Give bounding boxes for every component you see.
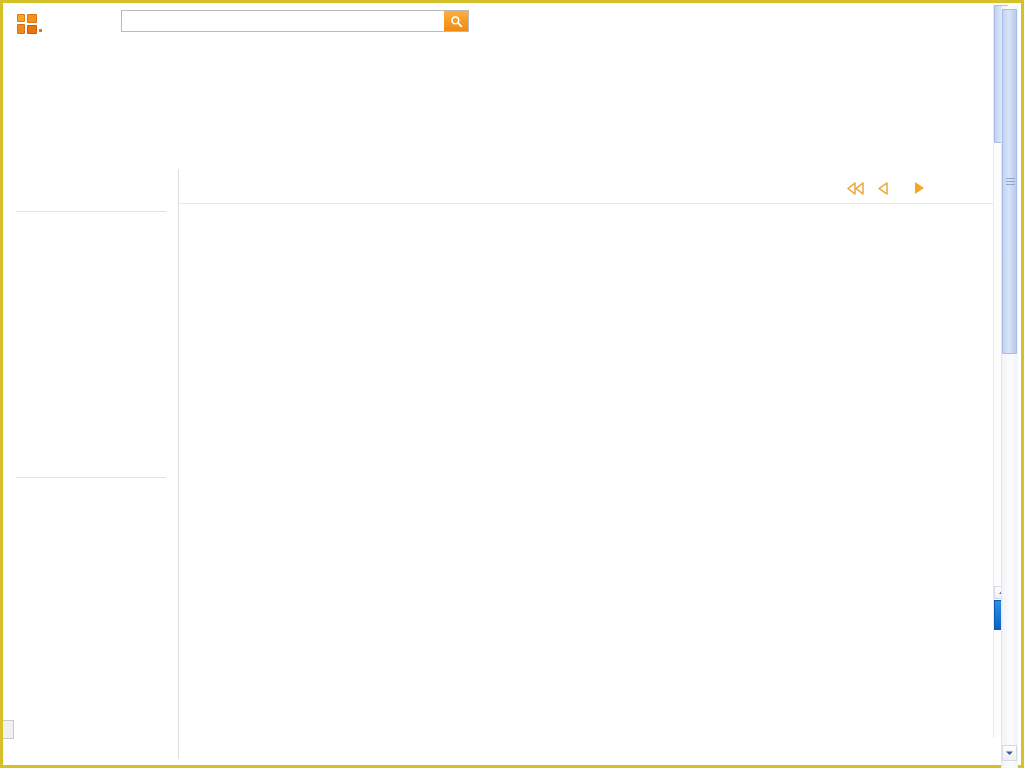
sidebar-divider [16, 477, 166, 478]
office-logo[interactable] [17, 7, 43, 35]
main-navigation [3, 47, 993, 79]
previous-page-icon [878, 181, 888, 195]
site-header [3, 3, 993, 41]
next-page-icon [915, 182, 924, 194]
status-bar [3, 720, 14, 739]
pagination [846, 177, 926, 199]
browser-window [0, 0, 1024, 768]
product-facet [16, 245, 171, 256]
office-logo-glyph [17, 14, 38, 35]
chevron-down-icon [1006, 751, 1013, 755]
first-page-icon [847, 181, 864, 195]
sidebar [3, 169, 178, 759]
scrollbar-grip [1006, 178, 1015, 185]
previous-page-button[interactable] [877, 181, 889, 196]
search-button[interactable] [444, 11, 468, 31]
logo-dot [39, 29, 42, 32]
page-viewport [3, 3, 1013, 765]
page-scrollbar-down-button[interactable] [1002, 745, 1017, 761]
sidebar-divider [16, 211, 166, 212]
search-box [121, 10, 469, 32]
search-icon [450, 15, 462, 27]
page-scrollbar-thumb[interactable] [1002, 9, 1017, 354]
first-page-button[interactable] [846, 181, 865, 196]
results-panel [178, 169, 993, 759]
next-page-button[interactable] [913, 180, 926, 196]
search-input[interactable] [122, 11, 444, 31]
pagination-divider [179, 203, 993, 204]
